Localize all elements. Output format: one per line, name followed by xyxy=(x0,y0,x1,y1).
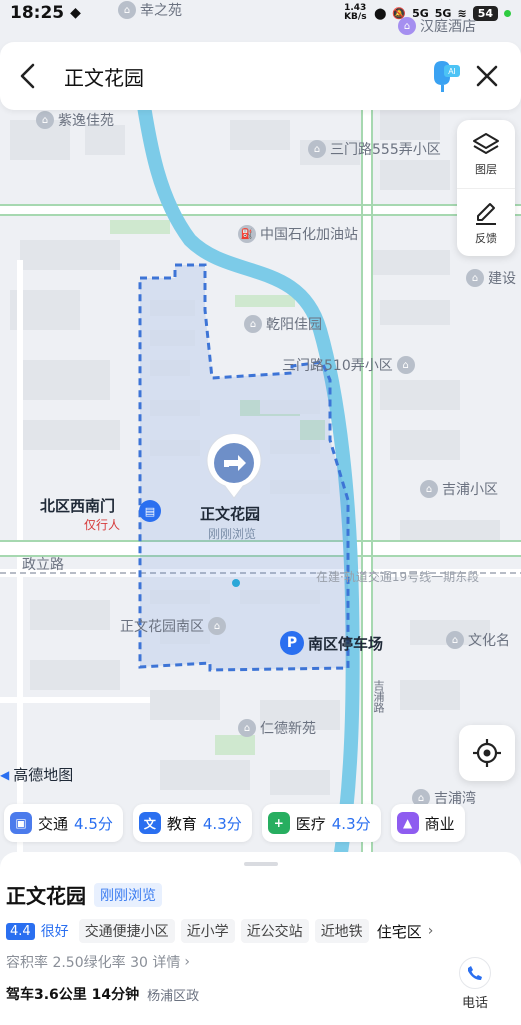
chip-medical[interactable]: + 医疗 4.3分 xyxy=(261,804,381,842)
map-label-zhengwen[interactable]: 正文花园 xyxy=(200,503,260,524)
map-label-south[interactable]: 正文花园南区 ⌂ xyxy=(120,616,226,636)
location-status-icon: ⬤ xyxy=(374,6,387,20)
medical-icon: + xyxy=(267,812,290,834)
layers-icon xyxy=(473,133,499,154)
recent-badge: 刚刚浏览 xyxy=(94,882,162,907)
map-label-sinopec[interactable]: ⛽ 中国石化加油站 xyxy=(238,224,358,244)
edu-icon: 文 xyxy=(138,812,161,834)
wifi-icon: ≋ xyxy=(457,6,467,20)
layers-status-icon: ◆ xyxy=(70,5,81,21)
status-time: 18:25 xyxy=(10,3,65,23)
map-label-jianshe[interactable]: ⌂ 建设 xyxy=(466,268,516,288)
rating-score: 4.4 xyxy=(6,922,35,940)
mute-icon: 🔕 xyxy=(392,6,407,20)
poi-icon: ⌂ xyxy=(208,617,226,635)
tag: 交通便捷小区 xyxy=(78,919,175,943)
score-chips: ▣ 交通 4.5分 文 教育 4.3分 + 医疗 4.3分 ▲ 商业 xyxy=(0,804,521,844)
map-label-rende[interactable]: ⌂ 仁德新苑 xyxy=(238,718,316,738)
ai-voice-button[interactable]: AI xyxy=(423,56,463,96)
status-right: 1.43 KB/s ⬤ 🔕 5G 5G ≋ 54 xyxy=(344,4,511,22)
gas-station-icon: ⛽ xyxy=(238,225,256,243)
drive-info: 驾车3.6公里 14分钟 xyxy=(6,987,140,1003)
poi-icon: ⌂ xyxy=(238,719,256,737)
drive-row: 驾车3.6公里 14分钟 杨浦区政 xyxy=(6,984,521,1004)
train-icon: ▣ xyxy=(10,812,32,834)
map-label-sanmen555[interactable]: ⌂ 三门路555弄小区 xyxy=(308,139,441,159)
parking-icon: P xyxy=(280,631,304,655)
gate-icon[interactable]: ▤ xyxy=(139,500,161,522)
map-label-wenhua[interactable]: ⌂ 文化名 xyxy=(446,630,510,650)
poi-icon: ⌂ xyxy=(446,631,464,649)
district-text: 杨浦区政 xyxy=(147,988,200,1004)
svg-text:AI: AI xyxy=(448,67,456,76)
poi-type: 住宅区 xyxy=(376,922,422,941)
status-bar: 18:25 ◆ 1.43 KB/s ⬤ 🔕 5G 5G ≋ 54 xyxy=(0,0,521,26)
crosshair-icon xyxy=(473,739,501,767)
chip-commerce[interactable]: ▲ 商业 xyxy=(390,804,465,842)
logo-arrow-icon: ◀ xyxy=(0,767,10,782)
signal-5g-1: 5G xyxy=(412,6,429,20)
ai-mic-icon: AI xyxy=(434,61,460,92)
phone-label: 电话 xyxy=(461,996,488,1011)
poi-icon: ⌂ xyxy=(308,140,326,158)
chip-education[interactable]: 文 教育 4.3分 xyxy=(132,804,252,842)
back-button[interactable] xyxy=(4,52,52,100)
chevron-right-icon: › xyxy=(427,923,434,939)
layers-button[interactable]: 图层 xyxy=(457,120,515,188)
info-row[interactable]: 容积率 2.50绿化率 30 详情 › xyxy=(6,952,521,972)
battery-indicator: 54 xyxy=(472,5,498,21)
chip-traffic[interactable]: ▣ 交通 4.5分 xyxy=(4,804,123,842)
poi-icon: ⌂ xyxy=(420,480,438,498)
search-bar[interactable]: 正文花园 AI xyxy=(0,42,521,110)
poi-icon: ⌂ xyxy=(396,356,415,374)
net-speed: 1.43 KB/s xyxy=(344,3,367,22)
map-label-ziyi[interactable]: ⌂ 紫逸佳苑 xyxy=(36,110,114,130)
map-label-jipu-road: 吉浦路 xyxy=(372,680,385,713)
title-row: 正文花园 刚刚浏览 xyxy=(6,880,521,909)
chevron-right-icon: › xyxy=(184,954,190,970)
poi-icon: ⌂ xyxy=(466,269,484,287)
map-canvas[interactable]: ⌂ 幸之苑 ⌂ 紫逸佳苑 ⌂ 三门路555弄小区 ⛽ 中国石化加油站 ⌂ 建设 ⌂ 乾阳佳园… xyxy=(0,0,521,860)
layers-label: 图层 xyxy=(475,163,497,176)
map-label-qianyang[interactable]: ⌂ 乾阳佳园 xyxy=(244,314,322,334)
close-button[interactable] xyxy=(463,52,511,100)
screen: ⌂ 幸之苑 ⌂ 紫逸佳苑 ⌂ 三门路555弄小区 ⛽ 中国石化加油站 ⌂ 建设 ⌂ 乾阳佳园… xyxy=(0,0,521,1025)
map-label-jipu[interactable]: ⌂ 吉浦小区 xyxy=(420,479,498,499)
close-icon xyxy=(476,65,498,87)
phone-icon xyxy=(459,957,491,989)
map-tools: 图层 反馈 xyxy=(457,120,515,256)
map-label-zhengli-road: 政立路 xyxy=(22,557,64,573)
rating-text: 很好 xyxy=(40,924,69,940)
poi-icon: ⌂ xyxy=(36,111,54,129)
feedback-label: 反馈 xyxy=(475,231,497,245)
tag: 近公交站 xyxy=(240,919,309,943)
feedback-button[interactable]: 反馈 xyxy=(457,188,515,256)
tag: 近小学 xyxy=(180,919,235,943)
map-label-parking[interactable]: P 南区停车场 xyxy=(280,631,383,655)
edit-icon xyxy=(476,202,496,225)
info-text: 容积率 2.50绿化率 30 详情 xyxy=(6,955,181,971)
locate-me-button[interactable] xyxy=(459,725,515,781)
back-arrow-icon xyxy=(20,63,35,89)
tags-row[interactable]: 4.4 很好 交通便捷小区 近小学 近公交站 近地铁 住宅区 › xyxy=(6,919,521,943)
poi-icon: ⌂ xyxy=(244,315,262,333)
poi-detail-sheet[interactable]: 正文花园 刚刚浏览 4.4 很好 交通便捷小区 近小学 近公交站 近地铁 住宅区… xyxy=(0,852,521,1025)
map-label-recent: 刚刚浏览 xyxy=(208,527,257,541)
sheet-grab-handle[interactable] xyxy=(243,862,278,866)
poi-title: 正文花园 xyxy=(6,884,86,908)
map-label-metro: 在建·轨道交通19号线一期东段 xyxy=(316,570,480,584)
search-query[interactable]: 正文花园 xyxy=(64,62,144,91)
signal-5g-2: 5G xyxy=(434,6,452,20)
tag: 近地铁 xyxy=(314,919,369,943)
amap-logo: ◀ 高德地图 xyxy=(0,766,74,784)
location-pin[interactable] xyxy=(205,433,263,500)
map-label-sanmen510[interactable]: 三门路510弄小区 ⌂ xyxy=(282,355,415,375)
phone-button[interactable]: 电话 xyxy=(455,957,495,1011)
privacy-dot xyxy=(504,9,511,17)
map-label-north-gate[interactable]: 北区西南门 xyxy=(40,495,115,516)
shop-icon: ▲ xyxy=(396,812,419,834)
map-label-pedestrian: 仅行人 xyxy=(84,518,121,532)
